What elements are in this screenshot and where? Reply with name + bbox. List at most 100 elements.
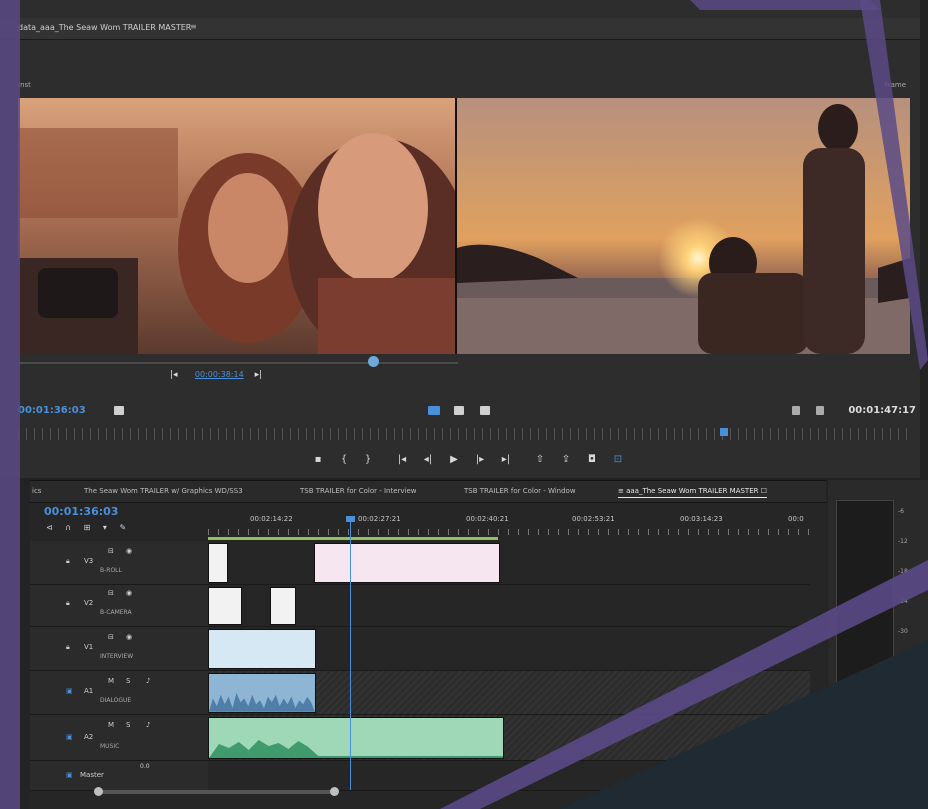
toggle-sync-icon[interactable]: ⊟ bbox=[108, 589, 114, 597]
mic-icon[interactable]: ♪ bbox=[146, 677, 150, 685]
track-lane[interactable] bbox=[208, 541, 810, 584]
master-icon[interactable]: ▣ bbox=[66, 771, 73, 779]
mute-icon[interactable]: M bbox=[108, 677, 114, 685]
monitor-time-ruler[interactable] bbox=[18, 428, 910, 440]
master-level[interactable]: 0.0 bbox=[140, 763, 150, 770]
db-label: -12 bbox=[898, 538, 908, 545]
tab-master[interactable]: ≡ aaa_The Seaw Wom TRAILER MASTER ☐ bbox=[618, 487, 767, 498]
video-frame-image bbox=[18, 98, 910, 354]
track-lane[interactable] bbox=[208, 715, 810, 760]
tab-trailer-graphics[interactable]: The Seaw Wom TRAILER w/ Graphics WD/SS3 bbox=[84, 487, 243, 495]
step-forward-button[interactable]: |▸ bbox=[472, 452, 488, 468]
lock-icon[interactable]: 🔒︎ bbox=[66, 643, 70, 652]
in-out-controls: |◂ 00:00:38:14 ▸| bbox=[170, 370, 269, 384]
clip[interactable] bbox=[208, 543, 228, 583]
clip[interactable] bbox=[314, 543, 500, 583]
ruler-label: 00:03:14:23 bbox=[680, 515, 723, 523]
track-a2: ▣ A2 M S ♪ MUSIC bbox=[30, 715, 810, 761]
db-label: -6 bbox=[898, 508, 904, 515]
extract-button[interactable]: ⇪ bbox=[558, 452, 574, 468]
eye-icon[interactable]: ◉ bbox=[126, 589, 132, 597]
toggle-sync-icon[interactable]: ⊟ bbox=[108, 633, 114, 641]
timeline-playhead[interactable] bbox=[350, 520, 351, 790]
ruler-label: 00:02:27:21 bbox=[358, 515, 401, 523]
safe-margins-icon[interactable] bbox=[480, 406, 490, 415]
tab-window[interactable]: TSB TRAILER for Color - Window bbox=[464, 487, 576, 495]
play-button[interactable]: ▶ bbox=[446, 452, 462, 468]
track-lane[interactable] bbox=[208, 671, 810, 714]
fit-icon[interactable] bbox=[114, 406, 124, 415]
fit-zoom-icon[interactable] bbox=[428, 406, 440, 415]
clip[interactable] bbox=[208, 587, 242, 625]
playhead-timecode[interactable]: 00:01:36:03 bbox=[18, 405, 86, 416]
snap-icon[interactable]: ∩ bbox=[65, 523, 71, 532]
work-area-bar[interactable] bbox=[208, 537, 498, 540]
track-name: MUSIC bbox=[100, 743, 120, 750]
audio-waveform bbox=[209, 693, 315, 712]
go-to-out-button[interactable]: ▸| bbox=[498, 452, 514, 468]
monitor-status-bar: 00:01:36:03 00:01:47:17 bbox=[0, 400, 920, 422]
monitor-playhead-handle[interactable] bbox=[368, 356, 379, 367]
lift-button[interactable]: ⇧ bbox=[532, 452, 548, 468]
monitor-title[interactable]: data_aaa_The Seaw Wom TRAILER MASTER bbox=[18, 23, 191, 32]
track-name: INTERVIEW bbox=[100, 653, 134, 660]
clip[interactable] bbox=[270, 587, 296, 625]
insert-nest-icon[interactable]: ⊲ bbox=[46, 523, 53, 532]
timeline-timecode[interactable]: 00:01:36:03 bbox=[44, 505, 118, 518]
solo-icon[interactable]: S bbox=[126, 721, 130, 729]
mic-icon[interactable]: ♪ bbox=[146, 721, 150, 729]
mark-out-button[interactable]: } bbox=[360, 452, 376, 468]
eye-icon[interactable]: ◉ bbox=[126, 547, 132, 555]
mute-icon[interactable]: M bbox=[108, 721, 114, 729]
quality-icon[interactable] bbox=[454, 406, 464, 415]
step-back-button[interactable]: ◂| bbox=[420, 452, 436, 468]
program-monitor: data_aaa_The Seaw Wom TRAILER MASTER ≡ I… bbox=[0, 0, 920, 478]
marker-button[interactable]: ▪ bbox=[310, 452, 326, 468]
ruler-label: 00:02:14:22 bbox=[250, 515, 293, 523]
wrench-icon[interactable] bbox=[816, 406, 824, 415]
marker-icon[interactable]: ▾ bbox=[103, 523, 107, 532]
program-frame[interactable] bbox=[18, 98, 910, 354]
go-to-in-button[interactable]: |◂ bbox=[394, 452, 410, 468]
track-lane[interactable] bbox=[208, 627, 810, 670]
lock-icon[interactable]: 🔒︎ bbox=[66, 599, 70, 608]
mark-in-button[interactable]: { bbox=[336, 452, 352, 468]
db-label: -30 bbox=[898, 628, 908, 635]
zoom-handle-right[interactable] bbox=[330, 787, 339, 796]
timeline-zoom-scrollbar[interactable] bbox=[96, 790, 336, 794]
track-lane[interactable] bbox=[208, 761, 810, 790]
db-label: -54 bbox=[898, 748, 908, 755]
toggle-sync-icon[interactable]: ⊟ bbox=[108, 547, 114, 555]
linked-selection-icon[interactable]: ⊞ bbox=[84, 523, 91, 532]
go-to-in-icon[interactable]: |◂ bbox=[170, 370, 184, 380]
clip[interactable] bbox=[208, 673, 316, 713]
comparison-view-button[interactable]: ⊡ bbox=[610, 452, 626, 468]
export-frame-button[interactable]: ◘ bbox=[584, 452, 600, 468]
eye-icon[interactable]: ◉ bbox=[126, 633, 132, 641]
timeline-ruler[interactable]: 00:02:14:22 00:02:27:21 00:02:40:21 00:0… bbox=[208, 503, 812, 537]
zoom-handle-left[interactable] bbox=[94, 787, 103, 796]
monitor-scrub-bar[interactable] bbox=[18, 362, 458, 364]
tab-interview[interactable]: TSB TRAILER for Color - Interview bbox=[300, 487, 417, 495]
tab-ics[interactable]: ics bbox=[32, 487, 41, 495]
solo-icon[interactable]: S bbox=[126, 677, 130, 685]
lock-icon[interactable]: ▣ bbox=[66, 733, 73, 741]
sequence-tabs: ics The Seaw Wom TRAILER w/ Graphics WD/… bbox=[30, 481, 826, 503]
lock-icon[interactable]: ▣ bbox=[66, 687, 73, 695]
ruler-label: 00:02:40:21 bbox=[466, 515, 509, 523]
wrench-icon[interactable]: ✎ bbox=[119, 523, 126, 532]
go-to-out-icon[interactable]: ▸| bbox=[255, 370, 269, 380]
clip[interactable] bbox=[208, 629, 316, 669]
track-id: V2 bbox=[84, 599, 94, 607]
clip[interactable] bbox=[208, 717, 504, 759]
monitor-ruler-playhead[interactable] bbox=[720, 428, 728, 436]
in-out-duration[interactable]: 00:00:38:14 bbox=[195, 370, 244, 379]
ruler-ticks bbox=[208, 529, 812, 535]
track-lane[interactable] bbox=[208, 585, 810, 626]
lock-icon[interactable]: 🔒︎ bbox=[66, 557, 70, 566]
track-id: A2 bbox=[84, 733, 94, 741]
transport-controls: ▪ { } |◂ ◂| ▶ |▸ ▸| ⇧ ⇪ ◘ ⊡ bbox=[310, 452, 630, 470]
db-label: -24 bbox=[898, 598, 908, 605]
settings-icon[interactable] bbox=[792, 406, 800, 415]
panel-menu-icon[interactable]: ≡ bbox=[190, 22, 197, 31]
